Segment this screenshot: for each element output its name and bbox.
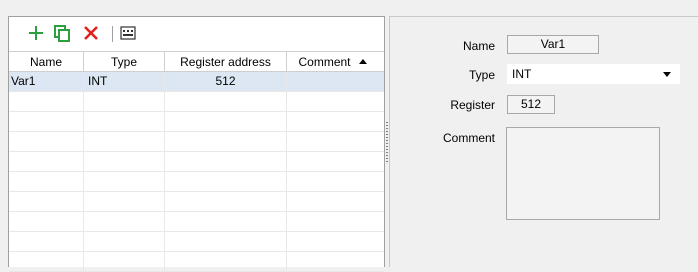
- copy-icon[interactable]: [53, 24, 71, 42]
- column-header-comment-label: Comment: [298, 55, 351, 69]
- table-row: [9, 172, 384, 192]
- table-row: [9, 152, 384, 172]
- cell-type: INT: [84, 72, 165, 91]
- column-header-register-address[interactable]: Register address: [165, 52, 287, 72]
- type-value: INT: [512, 67, 532, 81]
- table-row: [9, 212, 384, 232]
- table-row: [9, 112, 384, 132]
- delete-x-icon[interactable]: [82, 24, 100, 42]
- table-row: [9, 232, 384, 252]
- splitter-grip-icon: [386, 122, 388, 162]
- comment-label: Comment: [442, 131, 495, 145]
- name-field[interactable]: Var1: [507, 35, 599, 54]
- table-row: [9, 92, 384, 112]
- table-row: [9, 132, 384, 152]
- cell-name: Var1: [9, 72, 84, 91]
- table-row: [9, 252, 384, 272]
- register-label: Register: [450, 98, 495, 112]
- toolbar-separator: [112, 26, 113, 42]
- type-label: Type: [468, 68, 495, 82]
- variables-toolbar: [9, 17, 384, 51]
- column-header-comment[interactable]: Comment: [287, 52, 378, 72]
- variables-panel: Name Type Register address Comment Var1 …: [8, 16, 385, 272]
- register-field[interactable]: 512: [507, 95, 555, 114]
- column-header-name[interactable]: Name: [9, 52, 84, 72]
- table-row: [9, 192, 384, 212]
- sort-ascending-icon: [358, 59, 367, 65]
- table-header-row: Name Type Register address Comment: [9, 51, 384, 72]
- chevron-down-icon: [663, 72, 671, 77]
- properties-panel: Name Var1 Type INT Register 512 Comment: [389, 16, 698, 267]
- column-header-type[interactable]: Type: [84, 52, 165, 72]
- name-label: Name: [462, 39, 495, 53]
- grid-view-icon[interactable]: [119, 24, 137, 42]
- cell-comment: [287, 72, 378, 91]
- comment-textarea[interactable]: [506, 127, 660, 220]
- cell-register-address: 512: [165, 72, 287, 91]
- type-dropdown[interactable]: INT: [507, 64, 680, 84]
- plus-icon[interactable]: [27, 24, 45, 42]
- table-row[interactable]: Var1 INT 512: [9, 72, 384, 92]
